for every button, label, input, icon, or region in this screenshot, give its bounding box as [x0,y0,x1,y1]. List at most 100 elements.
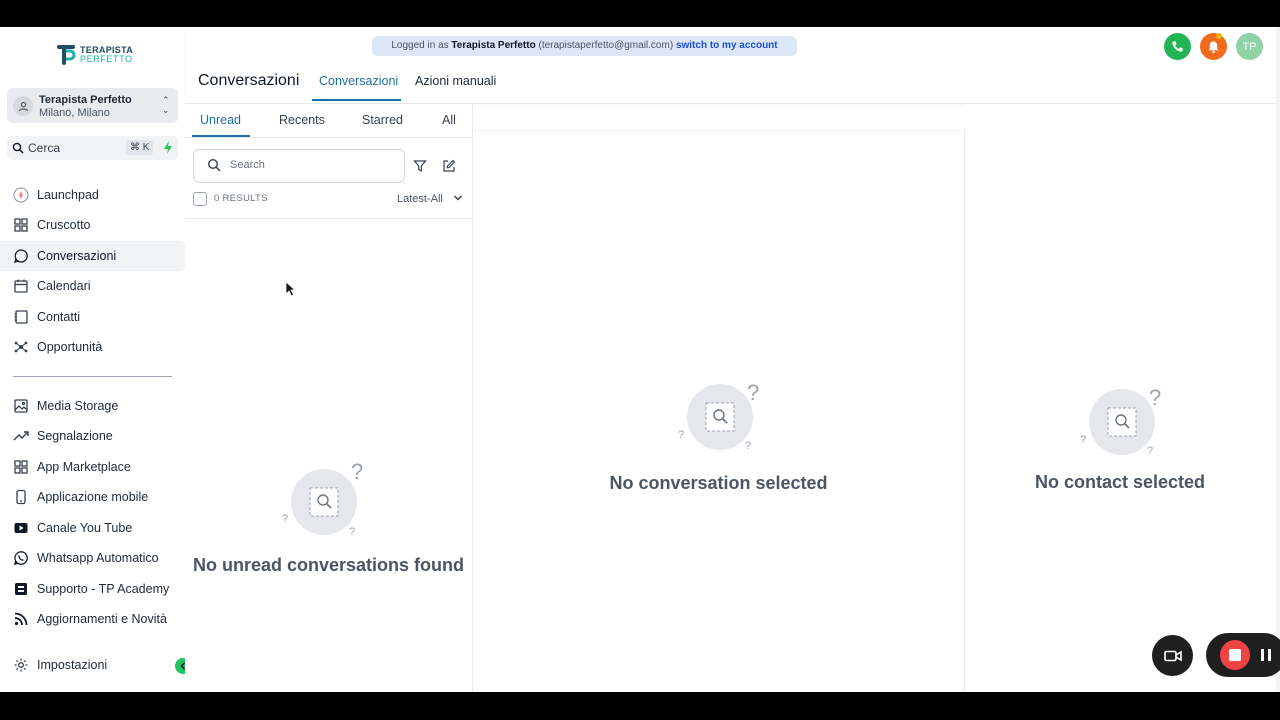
tab-azioni-manuali[interactable]: Azioni manuali [415,74,496,88]
sidebar-item-label: Opportunità [37,340,103,354]
sidebar-item-whatsapp[interactable]: Whatsapp Automatico [0,543,185,573]
sidebar-item-label: Segnalazione [37,429,113,443]
chevron-updown-icon: ⌃ ⌄ [162,95,170,115]
sidebar-item-contatti[interactable]: Contatti [0,302,185,332]
svg-text:?: ? [678,429,684,441]
sidebar-item-impostazioni[interactable]: Impostazioni [0,650,185,680]
stop-icon [1229,649,1241,661]
svg-text:?: ? [1147,445,1153,457]
tab-all[interactable]: All [442,113,456,127]
sidebar-item-cruscotto[interactable]: Cruscotto [0,210,185,240]
sort-select[interactable]: Latest-All [397,193,443,205]
window-scrollbar[interactable] [1276,27,1280,692]
conversation-panel: ? ? ? No conversation selected [473,130,965,692]
top-header: Logged in as Terapista Perfetto (terapis… [185,27,1280,104]
tab-unread[interactable]: Unread [200,113,241,127]
sidebar-item-label: Impostazioni [37,658,108,672]
calendar-icon [14,279,28,293]
empty-unread-message: No unread conversations found [192,555,465,575]
bottom-letterbox [0,692,1280,720]
svg-text:?: ? [282,513,288,525]
user-avatar-button[interactable]: TP [1236,33,1263,60]
video-camera-icon [1163,650,1182,661]
bell-icon [1208,40,1219,53]
contact-panel: ? ? ? No contact selected [965,104,1280,692]
brand-logo[interactable]: TERAPISTA PERFETTO [56,44,133,66]
tabs-divider [185,137,472,138]
conversation-search[interactable] [193,149,405,183]
notification-dot [1216,33,1222,39]
sidebar-item-label: Media Storage [37,399,119,413]
sidebar-item-label: Canale You Tube [37,521,133,535]
tab-recents[interactable]: Recents [279,113,325,127]
sidebar-item-calendari[interactable]: Calendari [0,271,185,301]
select-all-checkbox[interactable] [193,192,207,206]
svg-text:?: ? [351,462,363,484]
whatsapp-icon [13,551,28,566]
sidebar-item-launchpad[interactable]: Launchpad [0,180,185,210]
lightning-icon[interactable] [161,140,175,155]
switch-account-link[interactable]: switch to my account [676,40,778,51]
tab-starred[interactable]: Starred [362,113,403,127]
trend-icon [13,431,29,441]
svg-text:?: ? [747,383,759,405]
account-switcher[interactable]: Terapista Perfetto Milano, Milano ⌃ ⌄ [7,88,178,123]
results-count: 0 RESULTS [214,193,268,204]
phone-icon [16,489,26,505]
sidebar-item-applicazione-mobile[interactable]: Applicazione mobile [0,482,185,512]
account-avatar [13,96,33,116]
chevron-down-icon[interactable] [453,194,463,202]
empty-search-illustration-icon: ? ? ? [678,383,759,452]
sidebar-item-label: Whatsapp Automatico [37,551,159,565]
sidebar-item-conversazioni[interactable]: Conversazioni [0,241,185,271]
image-icon [14,399,28,413]
rss-icon [14,612,28,626]
empty-contact-message: No contact selected [1034,472,1206,492]
sidebar-divider [13,376,172,377]
youtube-icon [14,523,28,533]
svg-text:?: ? [1080,434,1086,446]
account-name: Terapista Perfetto [39,94,132,106]
logo-mark-icon [57,45,76,65]
sidebar-item-supporto[interactable]: Supporto - TP Academy [0,574,185,604]
sidebar-item-segnalazione[interactable]: Segnalazione [0,421,185,451]
sidebar-search-label: Cerca [28,141,61,155]
compose-icon[interactable] [442,159,456,173]
search-icon [207,158,221,172]
notifications-button[interactable] [1200,33,1227,60]
search-icon [12,142,24,154]
list-header-divider [185,218,472,219]
stop-recording-button[interactable] [1220,640,1250,670]
call-button[interactable] [1164,33,1191,60]
sidebar-item-canale-youtube[interactable]: Canale You Tube [0,513,185,543]
sidebar-item-label: Supporto - TP Academy [37,582,170,596]
filter-icon[interactable] [413,159,427,173]
sidebar-item-app-marketplace[interactable]: App Marketplace [0,452,185,482]
dashboard-icon [14,218,28,232]
empty-search-illustration-icon: ? ? ? [1080,388,1161,457]
rocket-icon [13,187,29,203]
svg-text:?: ? [745,440,751,452]
support-icon [15,583,27,595]
impersonation-name: Terapista Perfetto [451,40,536,51]
sidebar-item-label: Calendari [37,279,91,293]
camera-toggle-button[interactable] [1152,635,1193,676]
sidebar-item-opportunita[interactable]: Opportunità [0,332,185,362]
grid-icon [14,460,28,474]
active-tab-indicator [312,99,401,101]
search-input[interactable] [228,158,392,172]
impersonation-prefix: Logged in as [391,40,449,51]
sidebar-item-label: Contatti [37,310,81,324]
top-letterbox [0,0,1280,27]
sidebar-search[interactable]: Cerca ⌘ K [7,136,178,160]
sidebar-item-media-storage[interactable]: Media Storage [0,391,185,421]
mouse-cursor-icon [285,281,297,297]
sidebar-item-aggiornamenti[interactable]: Aggiornamenti e Novità [0,604,185,634]
shortcut-badge: ⌘ K [126,140,154,155]
pause-icon[interactable] [1260,648,1272,662]
user-icon [18,101,28,111]
tab-conversazioni[interactable]: Conversazioni [319,74,398,88]
conversation-list-panel: Unread Recents Starred All 0 RESULTS Lat… [185,104,473,692]
svg-text:?: ? [1149,388,1161,410]
account-location: Milano, Milano [39,107,110,119]
